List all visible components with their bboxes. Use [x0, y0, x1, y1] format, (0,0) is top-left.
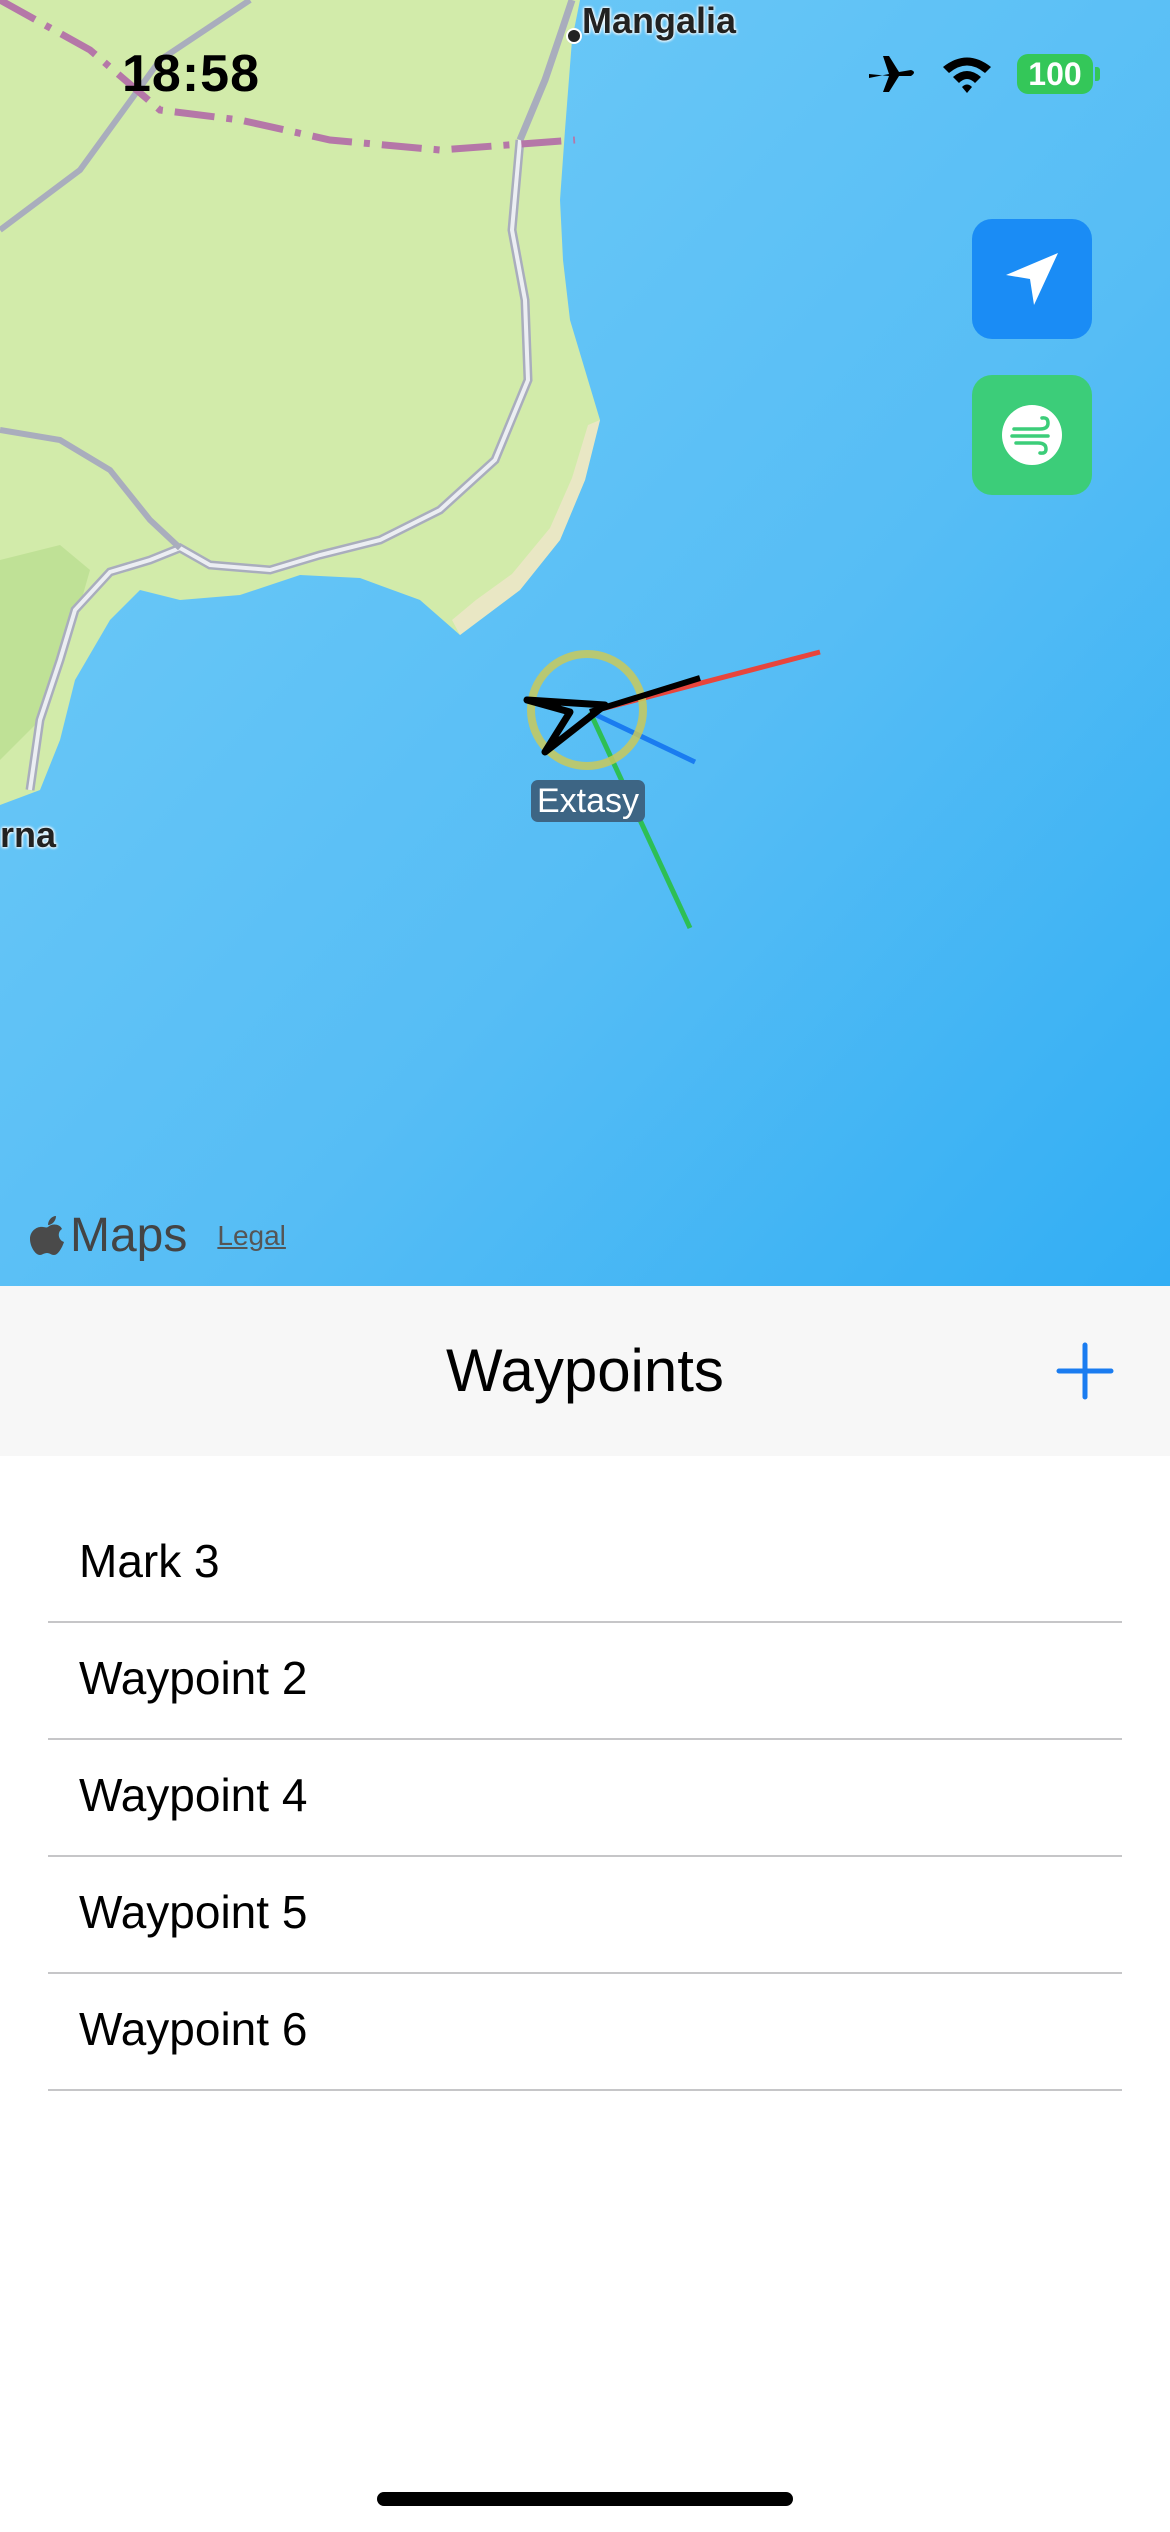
city-label-varna: rna — [0, 814, 57, 855]
airplane-icon — [869, 56, 914, 92]
waypoint-row[interactable]: Mark 3 — [48, 1506, 1122, 1623]
waypoint-label: Waypoint 4 — [79, 1769, 308, 1821]
waypoint-row[interactable]: Waypoint 4 — [48, 1740, 1122, 1857]
add-waypoint-button[interactable] — [1055, 1341, 1115, 1401]
wind-icon — [1002, 405, 1062, 465]
location-arrow-icon — [1006, 253, 1058, 305]
plus-icon — [1056, 1342, 1114, 1400]
maps-brand-text: Maps — [70, 1209, 188, 1262]
wind-button[interactable] — [972, 375, 1092, 495]
waypoint-label: Waypoint 5 — [79, 1886, 308, 1938]
mangalia-dot — [566, 28, 582, 44]
status-time: 18:58 — [122, 45, 260, 103]
vessel-name-label[interactable]: Extasy — [531, 780, 646, 822]
map-canvas[interactable] — [0, 0, 1170, 1286]
waypoint-row[interactable]: Waypoint 6 — [48, 1974, 1122, 2091]
waypoint-label: Waypoint 2 — [79, 1652, 308, 1704]
battery-indicator: 100 — [1017, 54, 1100, 94]
legal-link[interactable]: Legal — [217, 1220, 286, 1252]
wifi-icon — [943, 57, 991, 93]
locate-button[interactable] — [972, 219, 1092, 339]
waypoints-sheet: Waypoints Mark 3 Waypoint 2 Waypoint 4 W… — [0, 1286, 1170, 2532]
waypoint-list: Mark 3 Waypoint 2 Waypoint 4 Waypoint 5 … — [48, 1506, 1122, 2091]
sheet-title: Waypoints — [446, 1337, 724, 1404]
waypoint-row[interactable]: Waypoint 5 — [48, 1857, 1122, 1974]
waypoint-row[interactable]: Waypoint 2 — [48, 1623, 1122, 1740]
map-view[interactable]: Mangalia rna Extasy 18:58 100 Maps Legal — [0, 0, 1170, 1286]
city-label-mangalia: Mangalia — [582, 0, 737, 41]
maps-attribution: Maps Legal — [30, 1208, 286, 1263]
battery-level: 100 — [1017, 54, 1093, 94]
status-icons: 100 — [867, 52, 1100, 96]
battery-cap — [1095, 67, 1100, 81]
apple-logo-icon — [30, 1215, 64, 1255]
waypoint-label: Waypoint 6 — [79, 2003, 308, 2055]
sheet-header: Waypoints — [0, 1286, 1170, 1456]
waypoint-label: Mark 3 — [79, 1535, 220, 1587]
home-indicator[interactable] — [377, 2492, 793, 2506]
